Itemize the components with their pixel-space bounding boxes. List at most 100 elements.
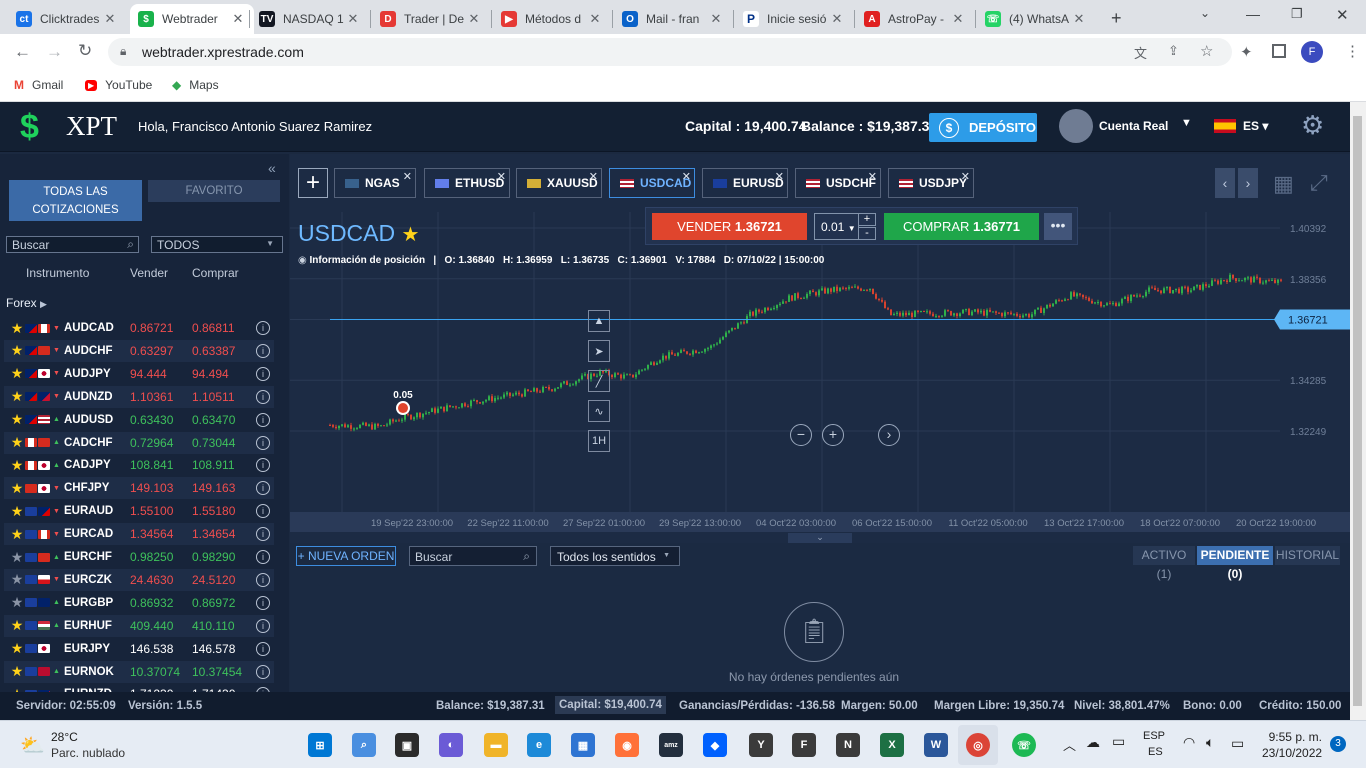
favorite-star-icon[interactable]: ★ — [402, 224, 420, 246]
scrollbar-thumb[interactable] — [1353, 116, 1362, 706]
forward-icon[interactable]: → — [46, 42, 63, 62]
quote-row[interactable]: ★ ▲ AUDUSD 0.63430 0.63470 i — [4, 409, 274, 431]
onedrive-icon[interactable]: ☁ — [1086, 734, 1100, 751]
chrome-icon[interactable]: ◎ — [966, 733, 990, 757]
grid-layout-icon[interactable]: ▦ — [1273, 171, 1294, 197]
close-tab-icon[interactable]: ✕ — [587, 11, 603, 27]
quote-buy[interactable]: 10.37454 — [192, 665, 256, 679]
instrument-tab[interactable]: NGAS ✕ — [334, 168, 416, 198]
bookmark-youtube[interactable]: ▶ YouTube — [85, 78, 152, 92]
quote-sell[interactable]: 0.98250 — [130, 550, 192, 564]
quote-buy[interactable]: 0.86972 — [192, 596, 256, 610]
profile-avatar[interactable]: F — [1301, 41, 1323, 63]
sell-button[interactable]: VENDER 1.36721 — [652, 213, 807, 240]
chart-next-icon[interactable]: › — [1238, 168, 1258, 198]
chevron-down-icon[interactable]: ⌄ — [1200, 6, 1210, 20]
spain-flag-icon[interactable] — [1214, 119, 1236, 133]
tab-all-quotes[interactable]: TODAS LAS COTIZACIONES — [9, 180, 142, 221]
bookmark-gmail[interactable]: M Gmail — [14, 78, 63, 92]
quote-row[interactable]: ★ ▼ AUDJPY 94.444 94.494 i — [4, 363, 274, 385]
quote-row[interactable]: ★ ▼ EURCAD 1.34564 1.34654 i — [4, 523, 274, 546]
info-icon[interactable]: i — [256, 664, 270, 679]
close-tab-icon[interactable]: ✕ — [466, 11, 482, 27]
eye-icon[interactable]: ◉ — [298, 255, 307, 266]
category-filter-select[interactable]: TODOS ▼ — [151, 236, 283, 253]
browser-tab[interactable]: D Trader | De ✕ — [372, 4, 490, 34]
quote-sell[interactable]: 1.34564 — [130, 527, 192, 541]
side-panel-icon[interactable] — [1272, 44, 1286, 58]
quote-sell[interactable]: 0.63297 — [130, 344, 192, 358]
close-instrument-tab-icon[interactable]: ✕ — [682, 170, 691, 183]
info-icon[interactable]: i — [256, 527, 270, 542]
zoom-in-icon[interactable]: + — [822, 424, 844, 446]
chart-prev-icon[interactable]: ‹ — [1215, 168, 1235, 198]
close-tab-icon[interactable]: ✕ — [102, 11, 118, 27]
zoom-out-icon[interactable]: − — [790, 424, 812, 446]
favorite-star-icon[interactable]: ★ — [10, 663, 24, 680]
close-instrument-tab-icon[interactable]: ✕ — [961, 170, 970, 183]
lot-increase-button[interactable]: + — [858, 213, 876, 226]
reload-icon[interactable]: ↻ — [78, 41, 92, 61]
edge-icon[interactable]: e — [527, 733, 551, 757]
meet-icon[interactable]: ▭ — [1112, 733, 1125, 750]
info-icon[interactable]: i — [256, 366, 270, 381]
quote-search-input[interactable]: Buscar ⌕ — [6, 236, 139, 253]
quote-sell[interactable]: 409.440 — [130, 619, 192, 633]
back-icon[interactable]: ← — [14, 42, 31, 62]
browser-tab[interactable]: ☏ (4) WhatsA ✕ — [977, 4, 1095, 34]
search-icon[interactable]: ⌕ — [352, 733, 376, 757]
quote-sell[interactable]: 149.103 — [130, 481, 192, 495]
favorite-star-icon[interactable]: ★ — [10, 549, 24, 566]
quote-sell[interactable]: 0.86721 — [130, 321, 192, 335]
buy-button[interactable]: COMPRAR 1.36771 — [884, 213, 1039, 240]
close-instrument-tab-icon[interactable]: ✕ — [868, 170, 877, 183]
group-forex[interactable]: Forex ▶ — [6, 296, 47, 310]
start-icon[interactable]: ⊞ — [308, 733, 332, 757]
app-n-icon[interactable]: N — [836, 733, 860, 757]
browser-tab[interactable]: O Mail - fran ✕ — [614, 4, 732, 34]
instrument-tab[interactable]: USDCAD ✕ — [609, 168, 695, 198]
info-icon[interactable]: i — [256, 435, 270, 450]
chat-icon[interactable]: ◐ — [439, 733, 463, 757]
more-options-icon[interactable]: ••• — [1044, 213, 1072, 240]
tab-pending-orders[interactable]: PENDIENTE (0) — [1197, 546, 1273, 581]
weather-icon[interactable]: ⛅ — [20, 733, 45, 758]
info-icon[interactable]: i — [256, 389, 270, 404]
firefox-icon[interactable]: ◉ — [615, 733, 639, 757]
task-view-icon[interactable]: ▣ — [395, 733, 419, 757]
line-tool-icon[interactable]: ╱ — [588, 370, 610, 392]
quote-buy[interactable]: 0.86811 — [192, 321, 256, 335]
quote-buy[interactable]: 149.163 — [192, 481, 256, 495]
browser-tab[interactable]: P Inicie sesió ✕ — [735, 4, 853, 34]
quote-sell[interactable]: 0.86932 — [130, 596, 192, 610]
quote-sell[interactable]: 24.4630 — [130, 573, 192, 587]
quote-row[interactable]: ★ ▼ CHFJPY 149.103 149.163 i — [4, 477, 274, 500]
browser-tab[interactable]: ▶ Métodos d ✕ — [493, 4, 611, 34]
quote-row[interactable]: ★ ▼ EURAUD 1.55100 1.55180 i — [4, 500, 274, 522]
whatsapp-icon[interactable]: ☏ — [1012, 733, 1036, 757]
direction-select[interactable]: Todos los sentidos ▼ — [550, 546, 680, 566]
info-icon[interactable]: i — [256, 321, 270, 335]
quote-buy[interactable]: 0.73044 — [192, 436, 256, 450]
close-instrument-tab-icon[interactable]: ✕ — [403, 170, 412, 183]
quote-row[interactable]: ★ ▲ EURGBP 0.86932 0.86972 i — [4, 592, 274, 614]
battery-icon[interactable]: ▭ — [1231, 735, 1244, 752]
favorite-star-icon[interactable]: ★ — [10, 571, 24, 588]
browser-tab[interactable]: A AstroPay - ✕ — [856, 4, 974, 34]
share-icon[interactable]: ⇪ — [1168, 43, 1179, 59]
amazon-icon[interactable]: amz — [659, 733, 683, 757]
instrument-tab[interactable]: USDJPY ✕ — [888, 168, 974, 198]
omnibox[interactable]: 🔒︎ webtrader.xprestrade.com 文 ⇪ ☆ — [108, 38, 1232, 66]
page-scrollbar[interactable] — [1350, 102, 1366, 720]
new-tab-button[interactable]: + — [1111, 8, 1122, 29]
bookmark-maps[interactable]: ◆ Maps — [172, 78, 219, 92]
close-instrument-tab-icon[interactable]: ✕ — [775, 170, 784, 183]
quote-buy[interactable]: 0.98290 — [192, 550, 256, 564]
wifi-icon[interactable]: ◠ — [1183, 734, 1195, 751]
quote-buy[interactable]: 0.63470 — [192, 413, 256, 427]
quote-row[interactable]: ★ EURJPY 146.538 146.578 i — [4, 638, 274, 660]
scroll-right-icon[interactable]: › — [878, 424, 900, 446]
store-icon[interactable]: ▦ — [571, 733, 595, 757]
quote-buy[interactable]: 1.55180 — [192, 504, 256, 518]
quote-buy[interactable]: 146.578 — [192, 642, 256, 656]
